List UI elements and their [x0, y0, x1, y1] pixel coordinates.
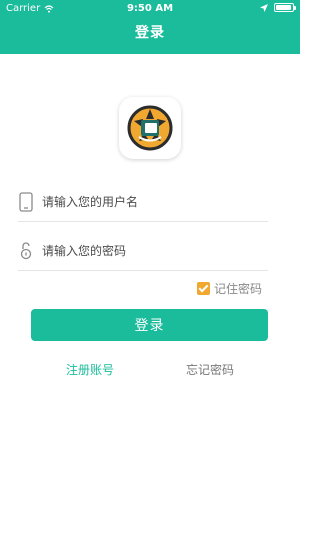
header: Carrier 9:50 AM 登录 [0, 0, 300, 54]
register-link[interactable]: 注册账号 [66, 361, 114, 378]
username-input[interactable] [42, 182, 262, 222]
page-title: 登录 [135, 25, 165, 41]
battery-icon [274, 3, 296, 12]
remember-password[interactable]: 记住密码 [196, 280, 262, 297]
app-logo-camera-icon [127, 105, 173, 151]
app-logo [119, 97, 181, 159]
password-field[interactable] [18, 231, 268, 271]
phone-icon [18, 192, 34, 212]
location-icon [260, 3, 268, 12]
status-bar: Carrier 9:50 AM [0, 0, 300, 18]
login-button[interactable]: 登录 [31, 309, 268, 341]
password-input[interactable] [42, 231, 262, 271]
remember-label: 记住密码 [213, 282, 262, 296]
status-right [260, 3, 296, 12]
username-field[interactable] [18, 182, 268, 222]
remember-checkbox[interactable] [196, 282, 210, 295]
lock-icon [18, 241, 34, 261]
status-time: 9:50 AM [126, 3, 174, 14]
forgot-password-link[interactable]: 忘记密码 [186, 361, 234, 378]
